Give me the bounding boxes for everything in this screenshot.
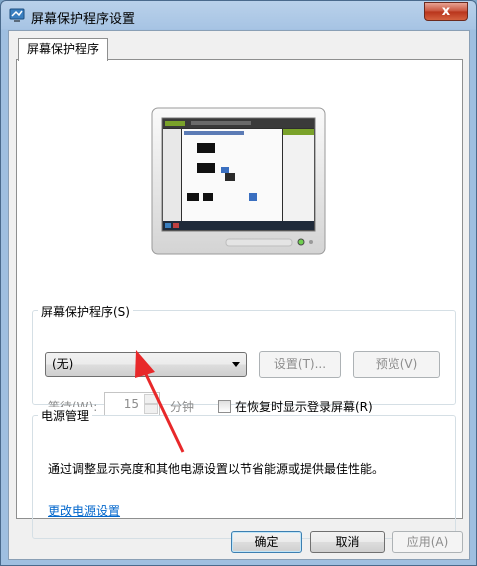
stepper-up-icon[interactable] [144,394,158,404]
apply-button[interactable]: 应用(A) [392,531,463,553]
wait-minutes-stepper[interactable]: 15 [104,392,160,416]
close-button[interactable]: x [424,2,468,21]
window-title: 屏幕保护程序设置 [31,12,136,27]
dialog-window: 屏幕保护程序设置 x 屏幕保护程序 屏幕保护程序(S) (无) 设置(T)...… [0,0,477,566]
close-icon: x [441,4,451,19]
screensaver-select[interactable]: (无) [45,352,247,377]
monitor-preview [151,107,326,255]
cancel-button[interactable]: 取消 [310,531,385,553]
screensaver-group-label: 屏幕保护程序(S) [38,303,133,320]
stepper-down-icon[interactable] [144,404,158,414]
display-settings-icon [9,8,25,22]
title-bar[interactable]: 屏幕保护程序设置 x [1,1,476,31]
minutes-label: 分钟 [170,400,195,414]
resume-login-checkbox[interactable] [218,400,231,413]
wait-minutes-value: 15 [123,397,139,411]
resume-login-label[interactable]: 在恢复时显示登录屏幕(R) [235,398,373,415]
change-power-settings-link[interactable]: 更改电源设置 [48,502,120,519]
power-group [32,415,456,539]
chevron-down-icon [232,362,240,367]
dialog-client: 屏幕保护程序 屏幕保护程序(S) (无) 设置(T)... 预览(V) 15 分… [8,30,470,560]
tab-panel: 屏幕保护程序(S) (无) 设置(T)... 预览(V) 等待(W): 15 分… [16,59,463,539]
stepper-buttons[interactable] [144,394,158,414]
tab-screensaver[interactable]: 屏幕保护程序 [18,38,109,61]
preview-button[interactable]: 预览(V) [353,351,440,378]
power-description: 通过调整显示亮度和其他电源设置以节省能源或提供最佳性能。 [48,462,385,476]
screensaver-selected-value: (无) [52,357,74,371]
power-group-label: 电源管理 [38,407,93,424]
ok-button[interactable]: 确定 [231,531,302,553]
settings-button[interactable]: 设置(T)... [259,351,341,378]
